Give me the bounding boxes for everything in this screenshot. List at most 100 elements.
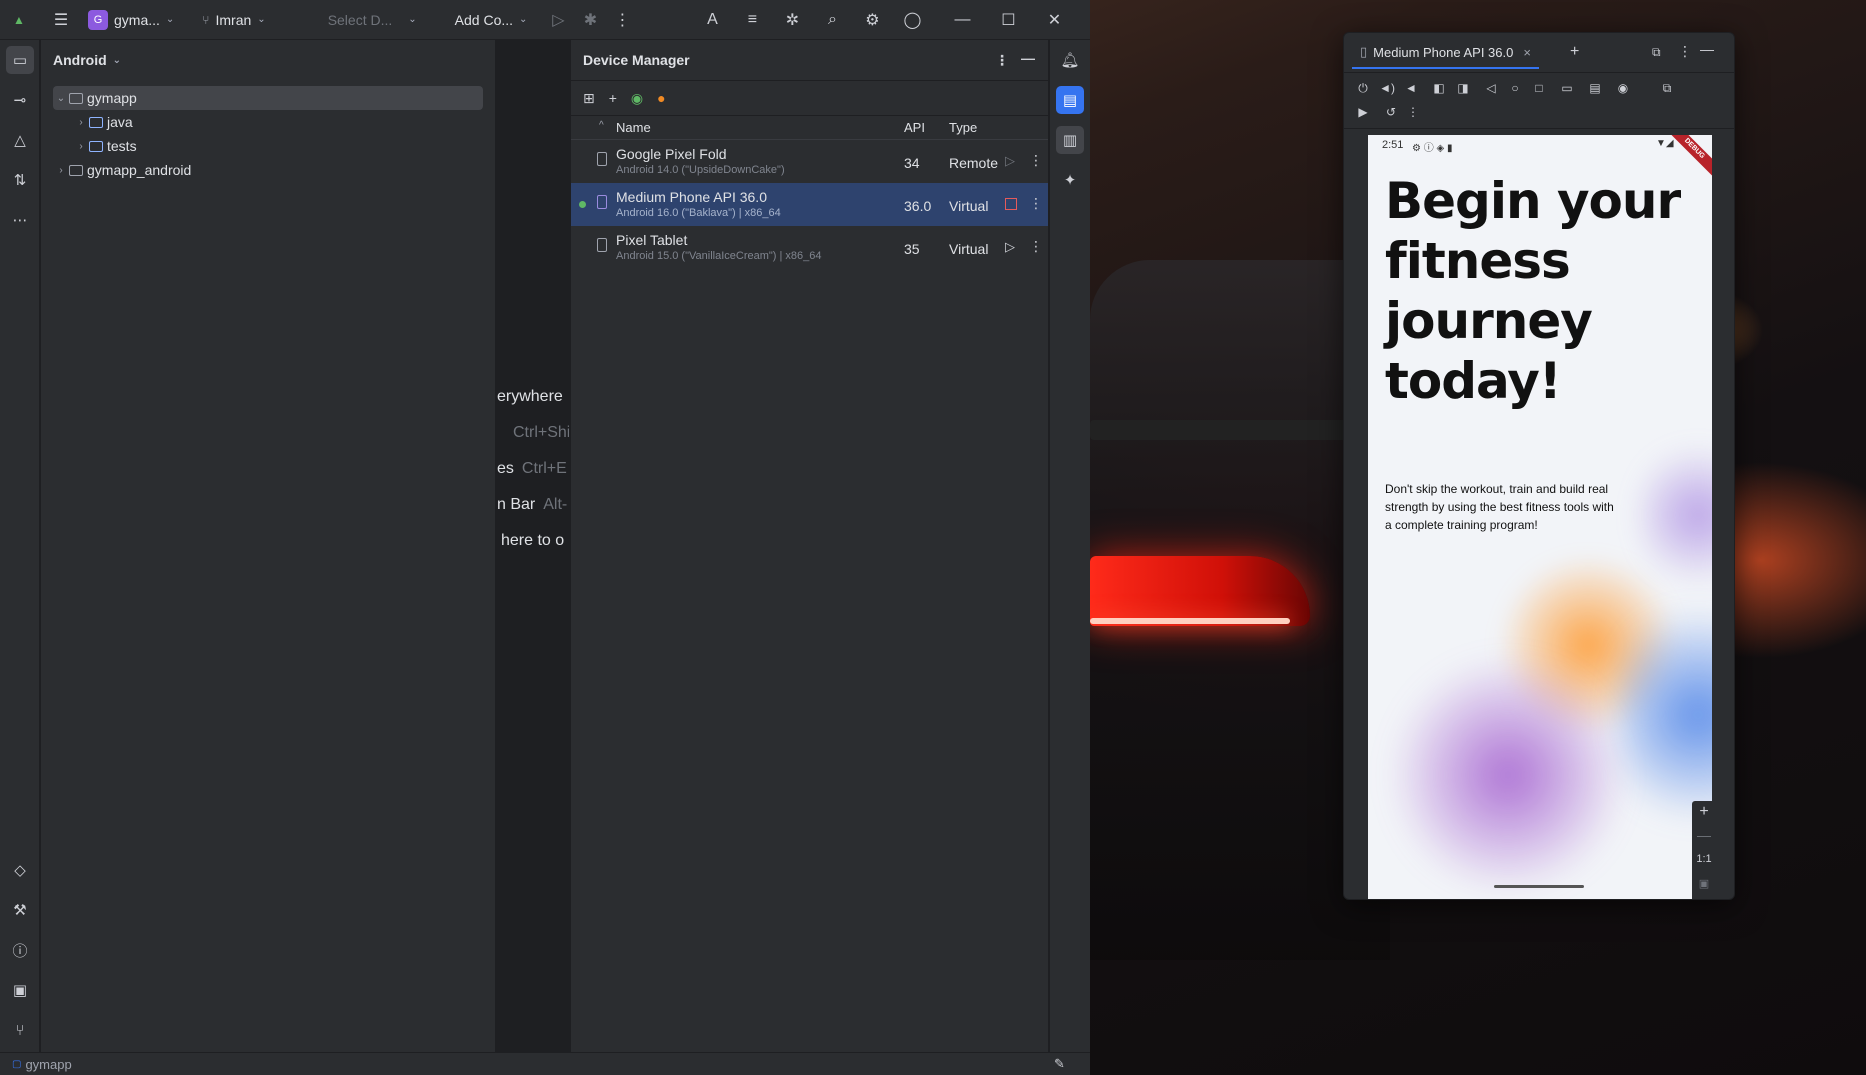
project-selector[interactable]: G gyma... ⌄ (88, 9, 175, 30)
add-device-icon[interactable]: + (609, 90, 617, 106)
minimize-icon[interactable]: — (951, 9, 973, 31)
device-row[interactable]: Pixel Tablet Android 15.0 ("VanillaIceCr… (571, 226, 1048, 269)
emulator-tab[interactable]: ▯ Medium Phone API 36.0 × (1352, 37, 1539, 69)
pull-requests-icon[interactable]: ⇅ (6, 166, 34, 194)
zoom-fit-icon[interactable]: ▣ (1692, 877, 1716, 890)
hint-key: Ctrl+E (521, 460, 567, 477)
device-subtitle: Android 14.0 ("UpsideDownCake") (616, 164, 785, 176)
gem-icon[interactable]: ◇ (6, 856, 34, 884)
panel-title: Device Manager (583, 52, 690, 68)
mirror-icon[interactable]: ⧉ (1658, 81, 1676, 96)
emulator-tab-label: Medium Phone API 36.0 (1373, 44, 1514, 60)
start-icon[interactable]: ▷ (1005, 239, 1015, 255)
more-options-icon[interactable]: ⋮ (995, 52, 1009, 69)
device-selector[interactable]: Select D... ⌄ (328, 12, 417, 28)
gesture-bar[interactable] (1494, 885, 1584, 888)
display-mode-icon[interactable]: ▭ (1558, 81, 1576, 95)
zoom-out-icon[interactable]: — (1692, 827, 1716, 843)
phone-screen[interactable]: 2:51 ⚙ ⓘ ◈ ▮ ▼◢ DEBUG Begin your fitness… (1368, 135, 1712, 899)
status-time: 2:51 (1382, 139, 1404, 151)
device-manager-icon[interactable]: ▤ (1056, 86, 1084, 114)
layout-inspector-icon[interactable]: ≡ (741, 9, 763, 31)
branch-selector[interactable]: ⑂ Imran ⌄ (202, 12, 265, 28)
title-bar: ▲ ☰ G gyma... ⌄ ⑂ Imran ⌄ Select D... ⌄ … (0, 0, 1090, 40)
search-icon[interactable]: ⌕ (821, 9, 843, 31)
more-options-icon[interactable]: ⋮ (1678, 43, 1692, 60)
ide-window: ▲ ☰ G gyma... ⌄ ⑂ Imran ⌄ Select D... ⌄ … (0, 0, 1090, 1075)
record-icon[interactable]: ▶ (1354, 105, 1372, 119)
zoom-actual-size[interactable]: 1:1 (1692, 853, 1716, 865)
more-options-icon[interactable]: ⋮ (1029, 238, 1043, 255)
sort-asc-icon[interactable]: ^ (599, 120, 604, 131)
close-tab-icon[interactable]: × (1523, 45, 1531, 60)
hide-panel-icon[interactable]: — (1021, 50, 1035, 66)
zoom-in-icon[interactable]: + (1692, 803, 1716, 821)
rotate-right-icon[interactable]: ◨ (1454, 81, 1472, 95)
tree-item-gymapp-android[interactable]: › gymapp_android (53, 158, 191, 182)
translate-icon[interactable]: A (701, 9, 723, 31)
main-menu-icon[interactable]: ☰ (50, 9, 72, 31)
git-icon[interactable]: ⑂ (6, 1016, 34, 1044)
minimize-icon[interactable]: — (1700, 41, 1714, 57)
status-bar: ▢ gymapp ✎ (0, 1052, 1090, 1075)
pair-wifi-icon[interactable]: ◉ (631, 90, 643, 107)
column-type[interactable]: Type (949, 120, 977, 135)
memory-indicator-icon[interactable]: ✎ (1054, 1056, 1065, 1072)
chevron-right-icon: › (59, 164, 63, 176)
start-icon[interactable]: ▷ (1005, 153, 1015, 169)
back-icon[interactable]: ◁ (1482, 81, 1500, 95)
volume-up-icon[interactable]: ◄) (1378, 81, 1396, 95)
more-tools-icon[interactable]: ⋯ (6, 206, 34, 234)
run-icon[interactable]: ▷ (547, 9, 569, 31)
run-config-selector[interactable]: Add Co... ⌄ (455, 12, 528, 28)
running-devices-icon[interactable]: ▥ (1056, 126, 1084, 154)
power-icon[interactable]: ⏻ (1354, 81, 1372, 96)
tree-item-gymapp[interactable]: ⌄ gymapp (53, 86, 483, 110)
commit-tool-icon[interactable]: ⊸ (6, 86, 34, 114)
terminal-icon[interactable]: ▣ (6, 976, 34, 1004)
firebase-icon[interactable]: ● (657, 90, 665, 106)
device-row[interactable]: Medium Phone API 36.0 Android 16.0 ("Bak… (571, 183, 1048, 226)
project-view-selector[interactable]: Android ⌄ (41, 40, 495, 80)
overview-icon[interactable]: □ (1530, 81, 1548, 95)
group-icon[interactable]: ⊞ (583, 90, 595, 107)
tree-item-java[interactable]: › java (73, 110, 132, 134)
close-icon[interactable]: ✕ (1043, 9, 1065, 31)
screenshot-icon[interactable]: ◉ (1614, 81, 1632, 95)
add-tab-icon[interactable]: + (1570, 43, 1579, 61)
notifications-icon[interactable]: 🔔︎ (1056, 46, 1084, 74)
volume-down-icon[interactable]: ◄ (1402, 81, 1420, 95)
settings-icon[interactable]: ⚙ (861, 9, 883, 31)
device-row[interactable]: Google Pixel Fold Android 14.0 ("UpsideD… (571, 140, 1048, 183)
build-icon[interactable]: ⚒ (6, 896, 34, 924)
project-name: gyma... (114, 11, 160, 28)
breadcrumb[interactable]: gymapp (25, 1057, 71, 1072)
hint-text: es (497, 460, 514, 477)
debug-icon[interactable]: ✱ (579, 9, 601, 31)
maximize-icon[interactable]: ☐ (997, 9, 1019, 31)
tree-item-tests[interactable]: › tests (73, 134, 136, 158)
problems-icon[interactable]: ⓘ (6, 936, 34, 964)
rotate-left-icon[interactable]: ◧ (1430, 81, 1448, 95)
branch-icon: ⑂ (202, 12, 210, 27)
snapshot-icon[interactable]: ↺ (1382, 105, 1400, 119)
emulator-toolbar: ⏻ ◄) ◄ ◧ ◨ ◁ ○ □ ▭ ▤ ◉ ⧉ ▶ ↺ ⋮ (1344, 73, 1734, 129)
device-settings-icon[interactable]: ▤ (1586, 81, 1604, 95)
wifi-icon: ▼◢ (1656, 138, 1674, 149)
home-icon[interactable]: ○ (1506, 81, 1524, 95)
more-options-icon[interactable]: ⋮ (1404, 105, 1422, 119)
more-options-icon[interactable]: ⋮ (1029, 195, 1043, 212)
resource-manager-icon[interactable]: △ (6, 126, 34, 154)
chevron-down-icon: ⌄ (408, 14, 417, 25)
bug-icon[interactable]: ✲ (781, 9, 803, 31)
account-icon[interactable]: ◯ (901, 9, 923, 31)
more-options-icon[interactable]: ⋮ (611, 9, 633, 31)
column-api[interactable]: API (904, 120, 925, 135)
float-window-icon[interactable]: ⧉ (1652, 45, 1661, 60)
column-name[interactable]: Name (616, 120, 651, 135)
more-options-icon[interactable]: ⋮ (1029, 152, 1043, 169)
gemini-icon[interactable]: ✦ (1056, 166, 1084, 194)
chevron-down-icon: ⌄ (165, 14, 175, 25)
stop-icon[interactable] (1005, 198, 1017, 210)
project-tool-icon[interactable]: ▭ (6, 46, 34, 74)
